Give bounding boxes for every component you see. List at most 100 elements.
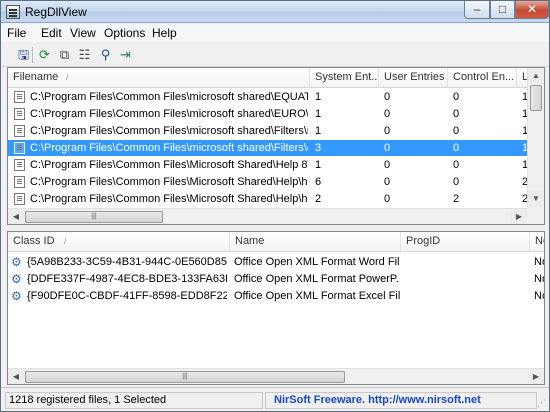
system-entries-cell: 1: [315, 159, 322, 171]
name-cell: Office Open XML Format PowerP...: [234, 273, 400, 285]
com-class-icon: ⚙: [11, 289, 22, 303]
scroll-right-arrow-icon[interactable]: ▶: [528, 369, 544, 384]
filename-cell: C:\Program Files\Common Files\Microsoft …: [30, 176, 308, 188]
find-icon[interactable]: ⚲: [97, 46, 114, 63]
status-count: 1218 registered files, 1 Selected: [5, 392, 263, 409]
control-entries-cell: 2: [453, 193, 460, 205]
column-filename[interactable]: Filename /: [8, 68, 310, 88]
scroll-left-arrow-icon[interactable]: ◀: [8, 369, 24, 384]
sort-arrow-icon: /: [64, 237, 67, 246]
system-entries-cell: 3: [315, 142, 322, 154]
table-row[interactable]: C:\Program Files\Common Files\Microsoft …: [8, 157, 534, 173]
window-title: RegDllView: [25, 5, 87, 19]
files-list[interactable]: Filename / System Ent... User Entries Co…: [7, 67, 545, 225]
system-entries-cell: 1: [315, 125, 322, 137]
files-horizontal-scrollbar[interactable]: ◀ ||| ▶: [8, 208, 527, 224]
classes-list-header: Class ID / Name ProgID No: [8, 232, 544, 252]
dll-file-icon: [14, 142, 25, 154]
column-system-entries[interactable]: System Ent...: [310, 68, 379, 88]
control-entries-cell: 0: [453, 176, 460, 188]
user-entries-cell: 0: [384, 125, 391, 137]
column-label: Filename: [13, 71, 59, 83]
app-icon: [6, 5, 20, 19]
menu-options[interactable]: Options: [104, 26, 145, 40]
scroll-left-arrow-icon[interactable]: ◀: [8, 209, 24, 224]
table-row[interactable]: C:\Program Files\Common Files\microsoft …: [8, 106, 534, 122]
column-progid[interactable]: ProgID: [401, 232, 530, 252]
class-id-cell: {F90DFE0C-CBDF-41FF-8598-EDD8F222A...: [27, 290, 227, 302]
table-row[interactable]: ⚙ {DDFE337F-4987-4EC8-BDE3-133FA63D5... Of…: [8, 271, 544, 287]
progid-cell: [405, 271, 529, 287]
resize-grip-icon[interactable]: ⋰: [537, 398, 546, 409]
system-entries-cell: 1: [315, 91, 322, 103]
user-entries-cell: 0: [384, 159, 391, 171]
extra-cell: No: [534, 273, 544, 285]
minimize-button[interactable]: –: [464, 1, 490, 19]
dll-file-icon: [14, 193, 25, 205]
menu-edit[interactable]: Edit: [41, 26, 62, 40]
dll-file-icon: [14, 159, 25, 171]
classes-horizontal-scrollbar[interactable]: ◀ ||| ▶: [8, 368, 544, 384]
progid-cell: [405, 254, 529, 270]
class-id-cell: {DDFE337F-4987-4EC8-BDE3-133FA63D5...: [27, 273, 227, 285]
menu-file[interactable]: File: [7, 26, 26, 40]
menu-bar: File Edit View Options Help: [1, 24, 549, 42]
filename-cell: C:\Program Files\Common Files\microsoft …: [30, 108, 308, 120]
column-name[interactable]: Name: [230, 232, 401, 252]
filename-cell: C:\Program Files\Common Files\microsoft …: [30, 125, 308, 137]
control-entries-cell: 0: [453, 108, 460, 120]
extra-cell: No: [534, 256, 544, 268]
control-entries-cell: 0: [453, 125, 460, 137]
menu-help[interactable]: Help: [152, 26, 177, 40]
column-control-entries[interactable]: Control En...: [448, 68, 517, 88]
app-window: RegDllView – □ ✕ File Edit View Options …: [0, 0, 550, 412]
filename-cell: C:\Program Files\Common Files\microsoft …: [30, 91, 308, 103]
menu-view[interactable]: View: [70, 26, 96, 40]
maximize-button[interactable]: □: [490, 1, 515, 19]
scroll-right-arrow-icon[interactable]: ▶: [511, 209, 527, 224]
column-extra[interactable]: No: [530, 232, 544, 252]
user-entries-cell: 0: [384, 176, 391, 188]
properties-icon[interactable]: ☷: [76, 46, 93, 63]
column-label: Class ID: [13, 235, 55, 247]
table-row[interactable]: C:\Program Files\Common Files\microsoft …: [8, 123, 534, 139]
control-entries-cell: 0: [453, 159, 460, 171]
classes-list[interactable]: Class ID / Name ProgID No ⚙ {5A98B233-3C5…: [7, 231, 545, 385]
scroll-thumb[interactable]: |||: [25, 211, 163, 223]
scroll-down-arrow-icon[interactable]: ▼: [528, 191, 544, 207]
files-vertical-scrollbar[interactable]: ▲ ▼: [527, 68, 544, 208]
control-entries-cell: 0: [453, 142, 460, 154]
scroll-thumb[interactable]: [530, 85, 542, 111]
column-user-entries[interactable]: User Entries: [379, 68, 448, 88]
user-entries-cell: 0: [384, 193, 391, 205]
dll-file-icon: [14, 108, 25, 120]
dll-file-icon: [14, 91, 25, 103]
scroll-up-arrow-icon[interactable]: ▲: [528, 68, 544, 84]
user-entries-cell: 0: [384, 108, 391, 120]
close-button[interactable]: ✕: [515, 1, 549, 19]
status-bar: 1218 registered files, 1 Selected NirSof…: [1, 387, 549, 411]
exit-icon[interactable]: ⇥: [117, 46, 134, 63]
refresh-icon[interactable]: ⟳: [36, 46, 53, 63]
table-row[interactable]: C:\Program Files\Common Files\microsoft …: [8, 140, 534, 156]
save-icon[interactable]: 🖫: [15, 46, 32, 63]
table-row[interactable]: C:\Program Files\Common Files\Microsoft …: [8, 191, 534, 207]
table-row[interactable]: ⚙ {5A98B233-3C59-4B31-944C-0E560D85E6... O…: [8, 254, 544, 270]
sort-arrow-icon: /: [66, 73, 69, 82]
table-row[interactable]: C:\Program Files\Common Files\Microsoft …: [8, 174, 534, 190]
filename-cell: C:\Program Files\Common Files\Microsoft …: [30, 193, 308, 205]
title-bar[interactable]: RegDllView – □ ✕: [1, 1, 549, 23]
system-entries-cell: 2: [315, 193, 322, 205]
name-cell: Office Open XML Format Excel Fil...: [234, 290, 400, 302]
class-id-cell: {5A98B233-3C59-4B31-944C-0E560D85E6...: [27, 256, 227, 268]
table-row[interactable]: ⚙ {F90DFE0C-CBDF-41FF-8598-EDD8F222A... Of…: [8, 288, 544, 304]
toolbar-separator: [32, 47, 33, 63]
scroll-thumb[interactable]: |||: [25, 371, 345, 383]
nirsoft-link[interactable]: NirSoft Freeware. http://www.nirsoft.net: [265, 392, 537, 409]
filename-cell: C:\Program Files\Common Files\Microsoft …: [30, 159, 308, 171]
table-row[interactable]: C:\Program Files\Common Files\microsoft …: [8, 89, 534, 105]
name-cell: Office Open XML Format Word Fil...: [234, 256, 400, 268]
control-entries-cell: 0: [453, 91, 460, 103]
copy-icon[interactable]: ⧉: [56, 46, 73, 63]
column-class-id[interactable]: Class ID /: [8, 232, 230, 252]
